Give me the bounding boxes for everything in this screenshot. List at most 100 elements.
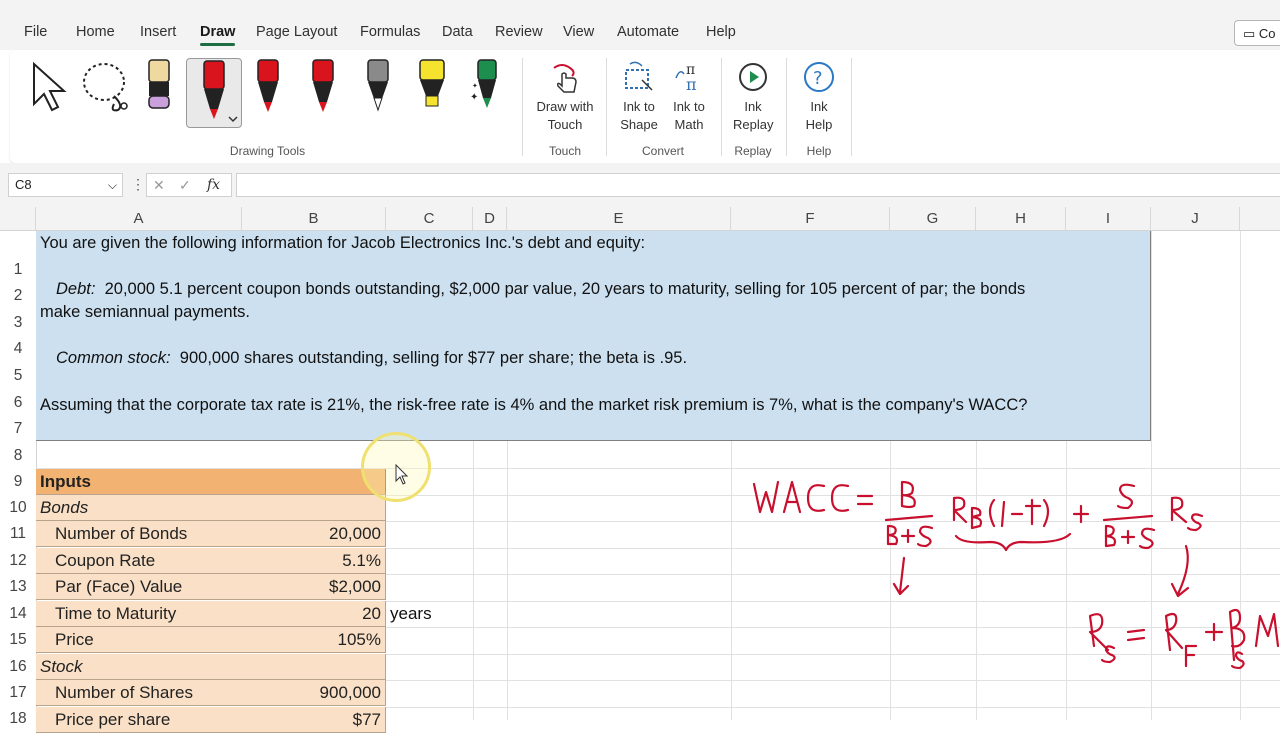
touch-draw-icon xyxy=(553,64,577,93)
ribbon-separator xyxy=(606,58,607,156)
menu-formulas[interactable]: Formulas xyxy=(360,24,420,40)
time-to-maturity-value[interactable]: 20 xyxy=(242,601,386,627)
drawing-tools-group-label: Drawing Tools xyxy=(229,144,306,158)
select-all-corner[interactable] xyxy=(0,207,36,230)
menu-insert[interactable]: Insert xyxy=(140,24,176,40)
formula-controls: ✕ ✓ fx xyxy=(146,173,232,197)
number-of-bonds-value[interactable]: 20,000 xyxy=(242,521,386,547)
row-header-12[interactable]: 12 xyxy=(0,552,36,570)
ink-to-shape-button[interactable]: Ink to Shape xyxy=(614,60,664,134)
par-value-value[interactable]: $2,000 xyxy=(242,574,386,600)
more-options-icon[interactable]: ⋮ xyxy=(131,176,145,193)
number-of-shares-value[interactable]: 900,000 xyxy=(242,680,386,706)
menu-page-layout[interactable]: Page Layout xyxy=(256,24,337,40)
eraser-button[interactable] xyxy=(145,58,175,116)
row-header-6[interactable]: 6 xyxy=(0,394,36,412)
price-value[interactable]: 105% xyxy=(242,627,386,653)
enter-icon[interactable]: ✓ xyxy=(179,174,191,196)
row-header-13[interactable]: 13 xyxy=(0,578,36,596)
row-header-5[interactable]: 5 xyxy=(0,367,36,385)
number-of-bonds-label[interactable]: Number of Bonds xyxy=(36,521,243,547)
col-header-d[interactable]: D xyxy=(473,207,507,230)
problem-question: Assuming that the corporate tax rate is … xyxy=(40,396,1028,414)
ink-annotation-formula xyxy=(752,480,1280,670)
ribbon-separator xyxy=(786,58,787,156)
ink-to-math-button[interactable]: π π Ink to Math xyxy=(664,60,714,134)
row-header-3[interactable]: 3 xyxy=(0,314,36,332)
col-header-i[interactable]: I xyxy=(1066,207,1151,230)
row-header-4[interactable]: 4 xyxy=(0,340,36,358)
gridline xyxy=(731,441,732,720)
row-header-11[interactable]: 11 xyxy=(0,525,36,543)
comments-button[interactable]: ▭ Co xyxy=(1234,20,1280,46)
row-header-14[interactable]: 14 xyxy=(0,605,36,623)
pencil-icon xyxy=(367,59,389,112)
col-header-j[interactable]: J xyxy=(1151,207,1240,230)
row-header-9[interactable]: 9 xyxy=(0,473,36,491)
pen-red-selected[interactable] xyxy=(186,58,242,128)
col-header-a[interactable]: A xyxy=(36,207,242,230)
stock-label-cell[interactable]: Stock xyxy=(36,654,243,680)
name-box[interactable]: C8 ⌵ xyxy=(8,173,123,197)
col-header-h[interactable]: H xyxy=(976,207,1066,230)
ink-replay-label: Ink Replay xyxy=(733,99,774,132)
select-tool-button[interactable] xyxy=(30,60,70,116)
row-header-16[interactable]: 16 xyxy=(0,658,36,676)
row-header-15[interactable]: 15 xyxy=(0,631,36,649)
row-header-8[interactable]: 8 xyxy=(0,447,36,465)
row-header-2[interactable]: 2 xyxy=(0,287,36,305)
pencil-gray[interactable] xyxy=(364,58,392,118)
col-header-b[interactable]: B xyxy=(242,207,386,230)
menu-home[interactable]: Home xyxy=(76,24,115,40)
replay-group-label: Replay xyxy=(734,144,772,158)
insert-function-icon[interactable]: fx xyxy=(207,174,220,196)
par-value-label[interactable]: Par (Face) Value xyxy=(36,574,243,600)
cell-b16[interactable] xyxy=(242,654,386,680)
price-label[interactable]: Price xyxy=(36,627,243,653)
svg-text:✦: ✦ xyxy=(470,92,478,103)
ink-help-button[interactable]: ? Ink Help xyxy=(794,60,844,134)
col-header-f[interactable]: F xyxy=(731,207,890,230)
coupon-rate-label[interactable]: Coupon Rate xyxy=(36,548,243,574)
col-header-g[interactable]: G xyxy=(890,207,976,230)
pen-icon xyxy=(312,59,334,112)
row-header-1[interactable]: 1 xyxy=(0,261,36,279)
ink-replay-button[interactable]: Ink Replay xyxy=(728,60,778,134)
menu-draw[interactable]: Draw xyxy=(200,24,236,46)
comment-icon: ▭ xyxy=(1243,26,1259,41)
menu-review[interactable]: Review xyxy=(495,24,543,40)
inputs-header[interactable]: Inputs xyxy=(36,469,386,495)
pen-red-3[interactable] xyxy=(309,58,337,118)
svg-text:✦: ✦ xyxy=(472,82,478,90)
time-to-maturity-label[interactable]: Time to Maturity xyxy=(36,601,243,627)
pen-green-galaxy[interactable]: ✦ ✦ xyxy=(468,58,502,118)
menu-file[interactable]: File xyxy=(24,24,47,40)
price-per-share-label[interactable]: Price per share xyxy=(36,707,243,733)
row-header-10[interactable]: 10 xyxy=(0,499,36,517)
maturity-unit-label[interactable]: years xyxy=(390,600,432,628)
cancel-icon[interactable]: ✕ xyxy=(153,174,165,196)
pen-red-2[interactable] xyxy=(254,58,282,118)
number-of-shares-label[interactable]: Number of Shares xyxy=(36,680,243,706)
cell-b10[interactable] xyxy=(242,495,386,521)
chevron-down-icon[interactable]: ⌵ xyxy=(108,174,117,196)
draw-with-touch-button[interactable]: Draw with Touch xyxy=(530,60,600,134)
problem-intro: You are given the following information … xyxy=(40,234,646,252)
row-header-18[interactable]: 18 xyxy=(0,710,36,728)
col-header-c[interactable]: C xyxy=(386,207,473,230)
col-header-e[interactable]: E xyxy=(507,207,731,230)
price-per-share-value[interactable]: $77 xyxy=(242,707,386,733)
highlighter-yellow[interactable] xyxy=(416,58,448,118)
menu-view[interactable]: View xyxy=(563,24,594,40)
ink-to-math-label: Ink to Math xyxy=(673,99,705,132)
formula-input[interactable] xyxy=(236,173,1280,197)
bonds-label[interactable]: Bonds xyxy=(36,495,243,521)
menu-data[interactable]: Data xyxy=(442,24,473,40)
menu-automate[interactable]: Automate xyxy=(617,24,679,40)
menu-help[interactable]: Help xyxy=(706,24,736,40)
help-group-label: Help xyxy=(806,144,832,158)
row-header-17[interactable]: 17 xyxy=(0,684,36,702)
coupon-rate-value[interactable]: 5.1% xyxy=(242,548,386,574)
lasso-select-button[interactable] xyxy=(80,60,134,116)
row-header-7[interactable]: 7 xyxy=(0,420,36,438)
